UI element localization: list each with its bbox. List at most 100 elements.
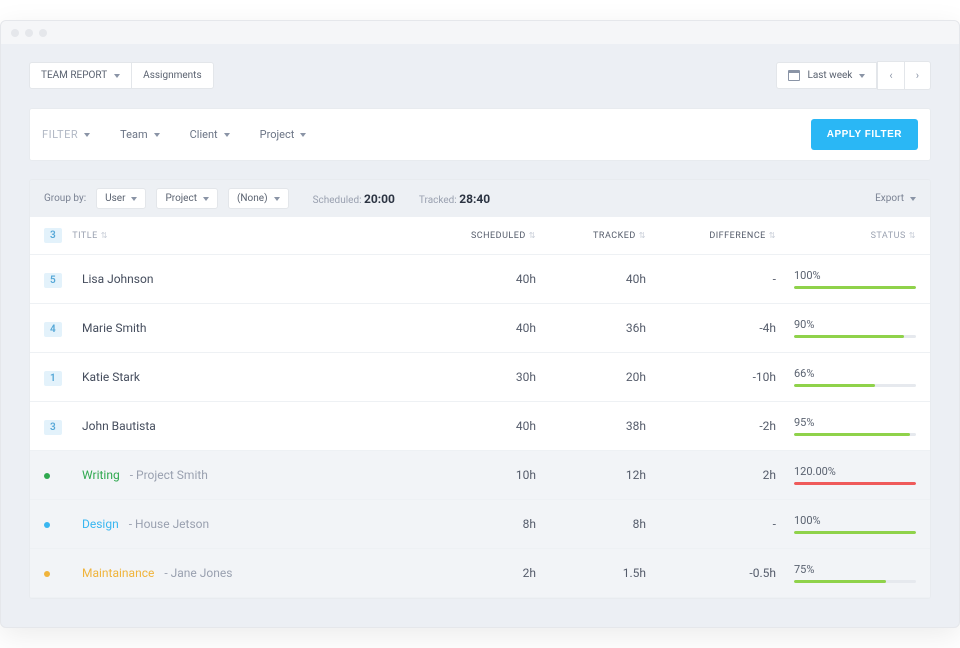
col-tracked[interactable]: TRACKED⇅ — [536, 231, 646, 241]
row-title: Katie Stark — [82, 370, 426, 384]
table-body: 5Lisa Johnson40h40h-100%4Marie Smith40h3… — [30, 255, 930, 598]
row-scheduled: 10h — [426, 468, 536, 482]
assignments-button[interactable]: Assignments — [132, 62, 213, 89]
project-suffix: - House Jetson — [129, 517, 209, 531]
apply-filter-button[interactable]: APPLY FILTER — [811, 119, 918, 150]
project-name: Writing — [82, 468, 120, 482]
filter-dropdown[interactable]: FILTER — [42, 128, 90, 141]
scheduled-stat: Scheduled: 20:00 — [313, 192, 395, 206]
status-bar-fill — [794, 580, 886, 583]
daterange-label: Last week — [807, 70, 852, 81]
groupby-label: Group by: — [44, 193, 86, 204]
prev-button[interactable]: ‹ — [877, 61, 904, 90]
row-tracked: 12h — [536, 468, 646, 482]
row-tracked: 40h — [536, 272, 646, 286]
row-status: 75% — [776, 563, 916, 583]
status-bar — [794, 384, 916, 387]
tracked-stat: Tracked: 28:40 — [419, 192, 490, 206]
caret-down-icon — [859, 74, 865, 78]
row-tracked: 38h — [536, 419, 646, 433]
row-status: 95% — [776, 416, 916, 436]
status-bar-fill — [794, 286, 916, 289]
groupby-1-dropdown[interactable]: User — [96, 188, 146, 209]
sort-icon: ⇅ — [769, 231, 776, 240]
status-bar — [794, 580, 916, 583]
team-dropdown[interactable]: Team — [120, 128, 160, 141]
report-dropdown[interactable]: TEAM REPORT — [29, 62, 132, 89]
col-difference[interactable]: DIFFERENCE⇅ — [646, 231, 776, 241]
caret-down-icon — [224, 133, 230, 137]
table-row[interactable]: 5Lisa Johnson40h40h-100% — [30, 255, 930, 304]
row-scheduled: 30h — [426, 370, 536, 384]
col-title[interactable]: TITLE⇅ — [72, 231, 108, 241]
project-dropdown[interactable]: Project — [260, 128, 307, 141]
caret-down-icon — [274, 197, 280, 201]
sort-icon: ⇅ — [639, 231, 646, 240]
row-scheduled: 40h — [426, 321, 536, 335]
status-bar — [794, 433, 916, 436]
caret-down-icon — [203, 197, 209, 201]
caret-down-icon — [910, 197, 916, 201]
report-panel: Group by: User Project (None) Scheduled:… — [29, 179, 931, 599]
sort-icon: ⇅ — [529, 231, 536, 240]
chevron-left-icon: ‹ — [889, 69, 892, 82]
project-name: Design — [82, 517, 119, 531]
window-dot — [11, 29, 19, 37]
assignments-label: Assignments — [143, 70, 201, 81]
row-status: 120.00% — [776, 465, 916, 485]
caret-down-icon — [154, 133, 160, 137]
project-suffix: - Project Smith — [130, 468, 208, 482]
row-difference: - — [646, 272, 776, 286]
next-button[interactable]: › — [905, 61, 931, 90]
row-title: Design - House Jetson — [82, 517, 426, 531]
status-percent: 100% — [794, 269, 916, 282]
status-bar-fill — [794, 482, 916, 485]
sort-icon: ⇅ — [101, 231, 108, 240]
row-count-badge: 1 — [44, 371, 62, 386]
row-title: Writing - Project Smith — [82, 468, 426, 482]
row-title: Maintainance - Jane Jones — [82, 566, 426, 580]
client-dropdown[interactable]: Client — [190, 128, 230, 141]
calendar-icon — [788, 70, 800, 81]
status-bar-fill — [794, 384, 875, 387]
row-title: Marie Smith — [82, 321, 426, 335]
window-dot — [39, 29, 47, 37]
col-scheduled[interactable]: SCHEDULED⇅ — [426, 231, 536, 241]
groupby-2-dropdown[interactable]: Project — [156, 188, 218, 209]
groupby-bar: Group by: User Project (None) Scheduled:… — [30, 180, 930, 217]
row-scheduled: 8h — [426, 517, 536, 531]
table-row[interactable]: Writing - Project Smith10h12h2h120.00% — [30, 451, 930, 500]
project-name: Maintainance — [82, 566, 154, 580]
row-tracked: 8h — [536, 517, 646, 531]
chevron-right-icon: › — [916, 69, 919, 82]
col-status[interactable]: STATUS⇅ — [776, 231, 916, 241]
project-bullet-icon — [44, 571, 50, 577]
caret-down-icon — [84, 133, 90, 137]
project-bullet-icon — [44, 522, 50, 528]
window-titlebar — [1, 21, 959, 45]
export-dropdown[interactable]: Export — [875, 193, 916, 204]
row-difference: -2h — [646, 419, 776, 433]
table-row[interactable]: Maintainance - Jane Jones2h1.5h-0.5h75% — [30, 549, 930, 598]
daterange-dropdown[interactable]: Last week — [776, 62, 877, 89]
row-count-badge: 5 — [44, 273, 62, 288]
row-tracked: 36h — [536, 321, 646, 335]
groupby-3-dropdown[interactable]: (None) — [228, 188, 289, 209]
row-scheduled: 40h — [426, 419, 536, 433]
row-count-badge: 3 — [44, 420, 62, 435]
table-row[interactable]: Design - House Jetson8h8h-100% — [30, 500, 930, 549]
window-dot — [25, 29, 33, 37]
row-title: John Bautista — [82, 419, 426, 433]
table-row[interactable]: 3 John Bautista40h38h-2h95% — [30, 402, 930, 451]
status-bar-fill — [794, 433, 910, 436]
caret-down-icon — [131, 197, 137, 201]
header-count-badge: 3 — [44, 228, 62, 243]
table-row[interactable]: 1Katie Stark30h20h-10h66% — [30, 353, 930, 402]
caret-down-icon — [114, 74, 120, 78]
project-bullet-icon — [44, 473, 50, 479]
report-dropdown-label: TEAM REPORT — [41, 70, 107, 81]
row-scheduled: 2h — [426, 566, 536, 580]
table-row[interactable]: 4Marie Smith40h36h-4h90% — [30, 304, 930, 353]
row-status: 100% — [776, 269, 916, 289]
status-percent: 90% — [794, 318, 916, 331]
